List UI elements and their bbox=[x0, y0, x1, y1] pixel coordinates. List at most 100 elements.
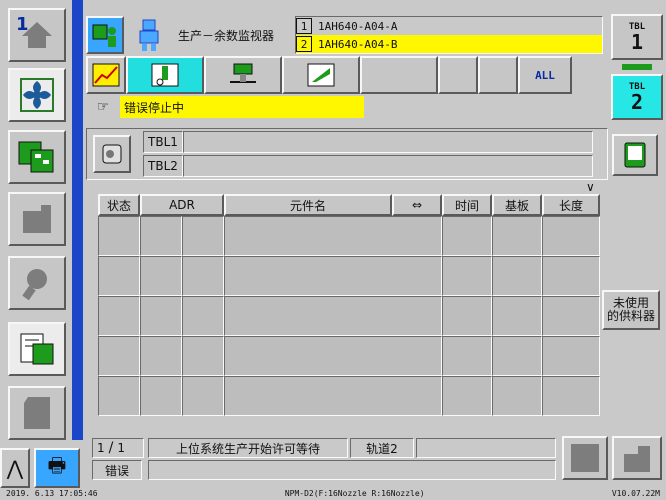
nav-blank1-button[interactable] bbox=[8, 192, 66, 246]
nav-board-button[interactable] bbox=[8, 130, 66, 184]
table-cell bbox=[182, 256, 224, 296]
table-cell bbox=[224, 336, 442, 376]
wrench-icon bbox=[22, 269, 47, 301]
empty-tab-3[interactable] bbox=[478, 56, 518, 94]
lane-all-label: ALL bbox=[535, 68, 555, 82]
feeder-document-icon bbox=[20, 333, 54, 365]
empty-tab-1[interactable] bbox=[360, 56, 438, 94]
nozzle-head-icon bbox=[102, 144, 122, 164]
pda-button[interactable] bbox=[612, 134, 658, 176]
graph-button[interactable] bbox=[86, 56, 126, 94]
nav-production-button[interactable] bbox=[8, 68, 66, 122]
table-row[interactable] bbox=[98, 256, 602, 296]
component-icon bbox=[230, 63, 256, 83]
program-row-1[interactable]: 1 1AH640-A04-A bbox=[296, 17, 602, 35]
column-header[interactable]: 长度 bbox=[542, 194, 600, 216]
info-cell bbox=[416, 438, 556, 458]
table-cell bbox=[542, 216, 600, 256]
monitor-person-icon[interactable] bbox=[86, 16, 124, 54]
page-current: 1 bbox=[97, 441, 105, 455]
double-chevron-up-icon: ⋀ bbox=[6, 456, 24, 480]
pointing-hand-icon: ☞ bbox=[96, 99, 110, 115]
print-button[interactable]: 🖶 bbox=[34, 448, 80, 488]
status-message: 错误停止中 bbox=[120, 96, 364, 118]
table-cell bbox=[182, 336, 224, 376]
empty-tab-2[interactable] bbox=[438, 56, 478, 94]
table-cell bbox=[140, 376, 182, 416]
unused-feeder-label-2: 的供料器 bbox=[606, 309, 655, 323]
column-header[interactable]: 基板 bbox=[492, 194, 542, 216]
program-number: 2 bbox=[296, 36, 312, 52]
program-list: 1 1AH640-A04-A 2 1AH640-A04-B bbox=[295, 16, 603, 54]
info-row bbox=[148, 460, 556, 480]
nozzle-head-button[interactable] bbox=[93, 135, 131, 173]
printer-icon: 🖶 bbox=[47, 453, 67, 477]
nav-blank2-button[interactable] bbox=[8, 386, 66, 440]
feeder-icon bbox=[307, 63, 335, 87]
table-cell bbox=[442, 256, 492, 296]
page-total: 1 bbox=[117, 441, 125, 455]
left-nav: 1 ⋀ 🖶 bbox=[0, 0, 83, 500]
table-cell bbox=[542, 256, 600, 296]
stop-button[interactable] bbox=[562, 436, 608, 480]
toolbar: ALL bbox=[86, 56, 592, 94]
block-icon bbox=[24, 397, 50, 429]
datetime: 2019. 6.13 17:05:46 bbox=[6, 489, 98, 498]
nav-home-button[interactable]: 1 bbox=[8, 8, 66, 62]
table-row[interactable] bbox=[98, 296, 602, 336]
table-cell bbox=[442, 216, 492, 256]
block-icon bbox=[23, 205, 51, 233]
table-cell bbox=[140, 296, 182, 336]
tbl-1-button[interactable]: TBL 1 bbox=[611, 14, 663, 60]
robot-icon bbox=[130, 16, 168, 54]
column-header[interactable]: ⇔ bbox=[392, 194, 442, 216]
tbl2-label: TBL2 bbox=[143, 155, 183, 177]
table-body bbox=[98, 216, 602, 416]
table-row[interactable] bbox=[98, 216, 602, 256]
table-cell bbox=[182, 376, 224, 416]
feeder-table: 状态 ADR 元件名 ⇔ 时间 基板 长度 bbox=[98, 194, 602, 420]
table-cell bbox=[442, 336, 492, 376]
lane-all-button[interactable]: ALL bbox=[518, 56, 572, 94]
column-header[interactable]: 元件名 bbox=[224, 194, 392, 216]
program-row-2[interactable]: 2 1AH640-A04-B bbox=[296, 35, 602, 53]
circuit-board-icon bbox=[18, 141, 54, 173]
table-cell bbox=[492, 376, 542, 416]
tbl-number: 1 bbox=[630, 30, 644, 54]
unused-feeder-button[interactable]: 未使用 的供料器 bbox=[602, 290, 660, 330]
tbl-2-button[interactable]: TBL 2 bbox=[611, 74, 663, 120]
status-bar: ☞ 错误停止中 bbox=[86, 96, 606, 118]
table-cell bbox=[542, 336, 600, 376]
table-cell bbox=[542, 296, 600, 336]
lane-indicator: 轨道2 bbox=[350, 438, 414, 458]
trend-chart-icon bbox=[92, 63, 120, 87]
parts-tab-button[interactable] bbox=[204, 56, 282, 94]
table-cell bbox=[492, 256, 542, 296]
table-cell bbox=[492, 296, 542, 336]
table-cell bbox=[140, 256, 182, 296]
host-message: 上位系统生产开始许可等待 bbox=[148, 438, 348, 458]
table-cell bbox=[442, 296, 492, 336]
page-title: 生产－余数监视器 bbox=[178, 28, 275, 43]
table-header: 状态 ADR 元件名 ⇔ 时间 基板 长度 bbox=[98, 194, 602, 216]
nav-feeder-button[interactable] bbox=[8, 322, 66, 376]
column-header[interactable]: 时间 bbox=[442, 194, 492, 216]
title-area: 生产－余数监视器 bbox=[86, 14, 292, 56]
program-name: 1AH640-A04-B bbox=[318, 37, 398, 51]
column-header[interactable]: 状态 bbox=[98, 194, 140, 216]
table-cell bbox=[224, 256, 442, 296]
feeder-tab-button[interactable] bbox=[282, 56, 360, 94]
version: V10.07.22M bbox=[611, 489, 660, 498]
column-header[interactable]: ADR bbox=[140, 194, 224, 216]
table-row[interactable] bbox=[98, 376, 602, 416]
fan-icon bbox=[20, 78, 54, 112]
tbl-number: 2 bbox=[630, 90, 644, 114]
table-cell bbox=[98, 336, 140, 376]
action-button[interactable] bbox=[612, 436, 662, 480]
table-row[interactable] bbox=[98, 336, 602, 376]
table-cell bbox=[98, 216, 140, 256]
square-icon bbox=[571, 444, 599, 472]
nozzle-tab-button[interactable] bbox=[126, 56, 204, 94]
nav-tools-button[interactable] bbox=[8, 256, 66, 310]
scroll-up-button[interactable]: ⋀ bbox=[0, 448, 30, 488]
